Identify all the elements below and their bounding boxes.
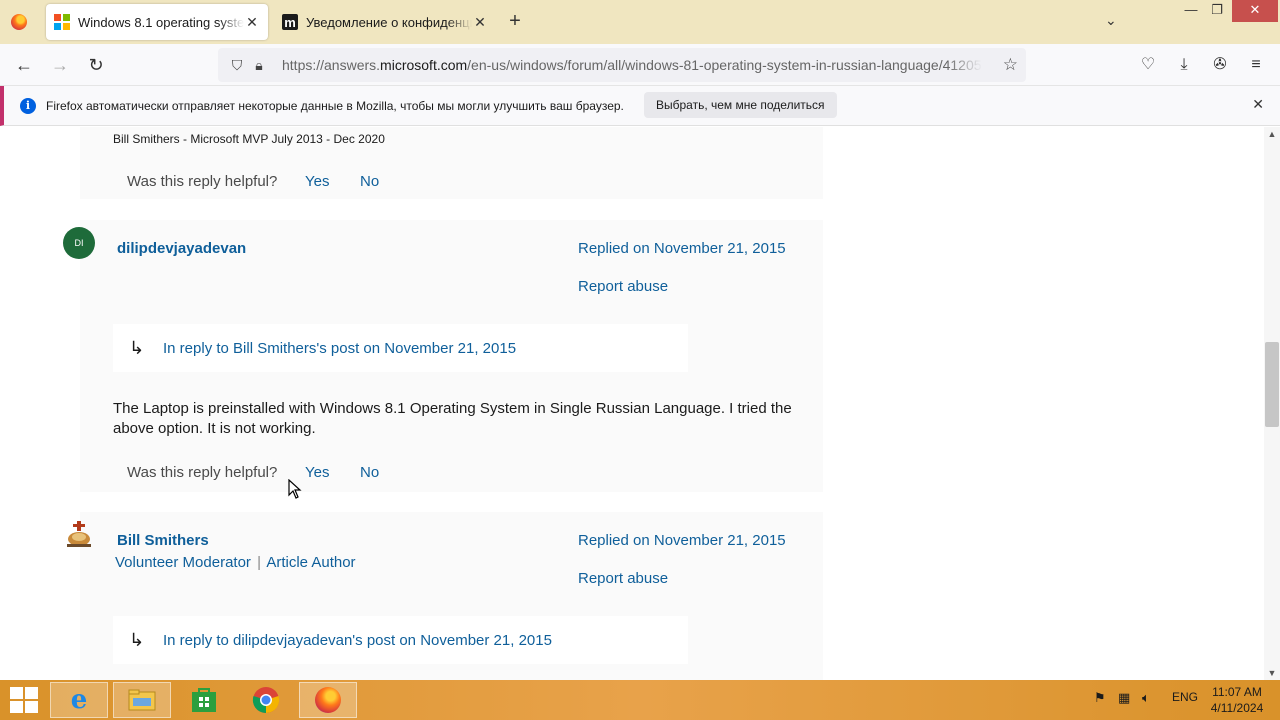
taskbar-chrome[interactable] xyxy=(237,682,295,718)
list-all-tabs-icon[interactable]: ⌄ xyxy=(1105,12,1117,29)
firefox-menu-icon[interactable] xyxy=(0,0,38,44)
firefox-icon xyxy=(314,686,342,714)
helpful-yes-button[interactable]: Yes xyxy=(305,464,329,481)
clock-date: 4/11/2024 xyxy=(1210,701,1264,715)
tab-title: Windows 8.1 operating system xyxy=(78,14,244,30)
system-clock[interactable]: 11:07 AM 4/11/2024 xyxy=(1204,684,1270,716)
url-text[interactable]: https://answers.microsoft.com/en-us/wind… xyxy=(282,57,982,73)
tab-title: Уведомление о конфиденциал xyxy=(306,14,472,30)
action-center-flag-icon[interactable]: ⚑ xyxy=(1094,690,1106,706)
microsoft-logo-icon xyxy=(54,14,70,30)
volunteer-moderator-badge[interactable]: Volunteer Moderator xyxy=(115,554,251,571)
helpful-yes-button[interactable]: Yes xyxy=(305,173,329,190)
pocket-icon[interactable]: ♡ xyxy=(1137,54,1159,76)
report-abuse-link[interactable]: Report abuse xyxy=(578,278,668,295)
windows-start-icon[interactable] xyxy=(8,686,40,714)
avatar[interactable]: DI xyxy=(63,227,95,259)
in-reply-to-link[interactable]: In reply to dilipdevjayadevan's post on … xyxy=(163,632,552,649)
report-abuse-link[interactable]: Report abuse xyxy=(578,570,668,587)
lock-icon[interactable]: 🔒︎ xyxy=(248,57,270,74)
helpful-row: Was this reply helpful? Yes No xyxy=(127,173,379,190)
reload-icon[interactable]: ↻ xyxy=(83,52,109,78)
url-bar[interactable]: ⛉ 🔒︎ https://answers.microsoft.com/en-us… xyxy=(218,48,1026,82)
signature: Bill Smithers - Microsoft MVP July 2013 … xyxy=(113,132,385,146)
tab-privacy-notice[interactable]: m Уведомление о конфиденциал ✕ xyxy=(274,4,496,40)
restore-window-button[interactable]: ❐ xyxy=(1200,0,1234,22)
replied-date: Replied on November 21, 2015 xyxy=(578,240,786,257)
vertical-scrollbar[interactable]: ▲ ▼ xyxy=(1264,127,1280,680)
forward-arrow-icon[interactable]: → xyxy=(47,52,73,78)
chrome-icon xyxy=(252,686,280,714)
info-icon: i xyxy=(20,97,36,114)
scroll-down-arrow-icon[interactable]: ▼ xyxy=(1264,668,1280,678)
input-language-indicator[interactable]: ENG xyxy=(1172,690,1198,704)
article-author-badge[interactable]: Article Author xyxy=(266,554,355,571)
helpful-no-button[interactable]: No xyxy=(360,464,379,481)
windows-taskbar: e ⚑ ▦ 🔈︎ ENG 11:07 AM 4/11/2024 xyxy=(0,680,1280,720)
back-arrow-icon[interactable]: ← xyxy=(11,52,37,78)
page-content: Bill Smithers - Microsoft MVP July 2013 … xyxy=(0,127,1264,680)
helpful-no-button[interactable]: No xyxy=(360,173,379,190)
mouse-cursor-icon xyxy=(288,479,302,499)
close-notification-icon[interactable]: ✕ xyxy=(1252,96,1264,113)
mozilla-logo-icon: m xyxy=(282,14,298,30)
bookmark-star-icon[interactable]: ☆ xyxy=(1003,55,1018,75)
username-link[interactable]: dilipdevjayadevan xyxy=(117,240,246,257)
extensions-icon[interactable]: ✇ xyxy=(1209,54,1231,76)
choose-what-to-share-button[interactable]: Выбрать, чем мне поделиться xyxy=(644,92,837,118)
notification-message: Firefox автоматически отправляет некотор… xyxy=(46,98,624,113)
scroll-up-arrow-icon[interactable]: ▲ xyxy=(1264,129,1280,139)
helpful-prompt: Was this reply helpful? xyxy=(127,173,278,190)
reply-body: The Laptop is preinstalled with Windows … xyxy=(113,400,792,437)
internet-explorer-icon: e xyxy=(70,685,88,715)
close-tab-icon[interactable]: ✕ xyxy=(244,14,260,31)
replied-date: Replied on November 21, 2015 xyxy=(578,532,786,549)
data-collection-notification: i Firefox автоматически отправляет некот… xyxy=(0,86,1280,126)
downloads-icon[interactable]: ⤓ xyxy=(1173,54,1195,76)
taskbar-store[interactable] xyxy=(175,682,233,718)
network-icon[interactable]: ▦ xyxy=(1118,690,1130,706)
file-explorer-folder-icon xyxy=(128,686,156,714)
user-roles: Volunteer Moderator | Article Author xyxy=(115,554,356,571)
volume-muted-icon[interactable]: 🔈︎ xyxy=(1142,690,1150,706)
close-window-button[interactable]: ✕ xyxy=(1232,0,1278,22)
in-reply-to-box[interactable]: ↳ In reply to dilipdevjayadevan's post o… xyxy=(113,616,688,664)
taskbar-internet-explorer[interactable]: e xyxy=(50,682,108,718)
scrollbar-thumb[interactable] xyxy=(1265,342,1279,427)
store-icon xyxy=(190,686,218,714)
taskbar-file-explorer[interactable] xyxy=(113,682,171,718)
taskbar-firefox[interactable] xyxy=(299,682,357,718)
close-tab-icon[interactable]: ✕ xyxy=(472,14,488,31)
navigation-toolbar: ← → ↻ ⛉ 🔒︎ https://answers.microsoft.com… xyxy=(0,44,1280,86)
tab-windows-81[interactable]: Windows 8.1 operating system ✕ xyxy=(46,4,268,40)
tab-strip: Windows 8.1 operating system ✕ m Уведомл… xyxy=(0,0,1280,44)
in-reply-to-link[interactable]: In reply to Bill Smithers's post on Nove… xyxy=(163,340,516,357)
avatar[interactable] xyxy=(63,519,95,551)
clock-time: 11:07 AM xyxy=(1212,685,1262,699)
new-tab-button[interactable]: + xyxy=(504,10,526,34)
username-link[interactable]: Bill Smithers xyxy=(117,532,209,549)
role-separator: | xyxy=(257,554,261,571)
in-reply-to-box[interactable]: ↳ In reply to Bill Smithers's post on No… xyxy=(113,324,688,372)
helpful-prompt: Was this reply helpful? xyxy=(127,464,278,481)
hamburger-menu-icon[interactable]: ≡ xyxy=(1245,54,1267,76)
helpful-row: Was this reply helpful? Yes No xyxy=(127,464,379,481)
tracking-protection-shield-icon[interactable]: ⛉ xyxy=(226,57,248,74)
